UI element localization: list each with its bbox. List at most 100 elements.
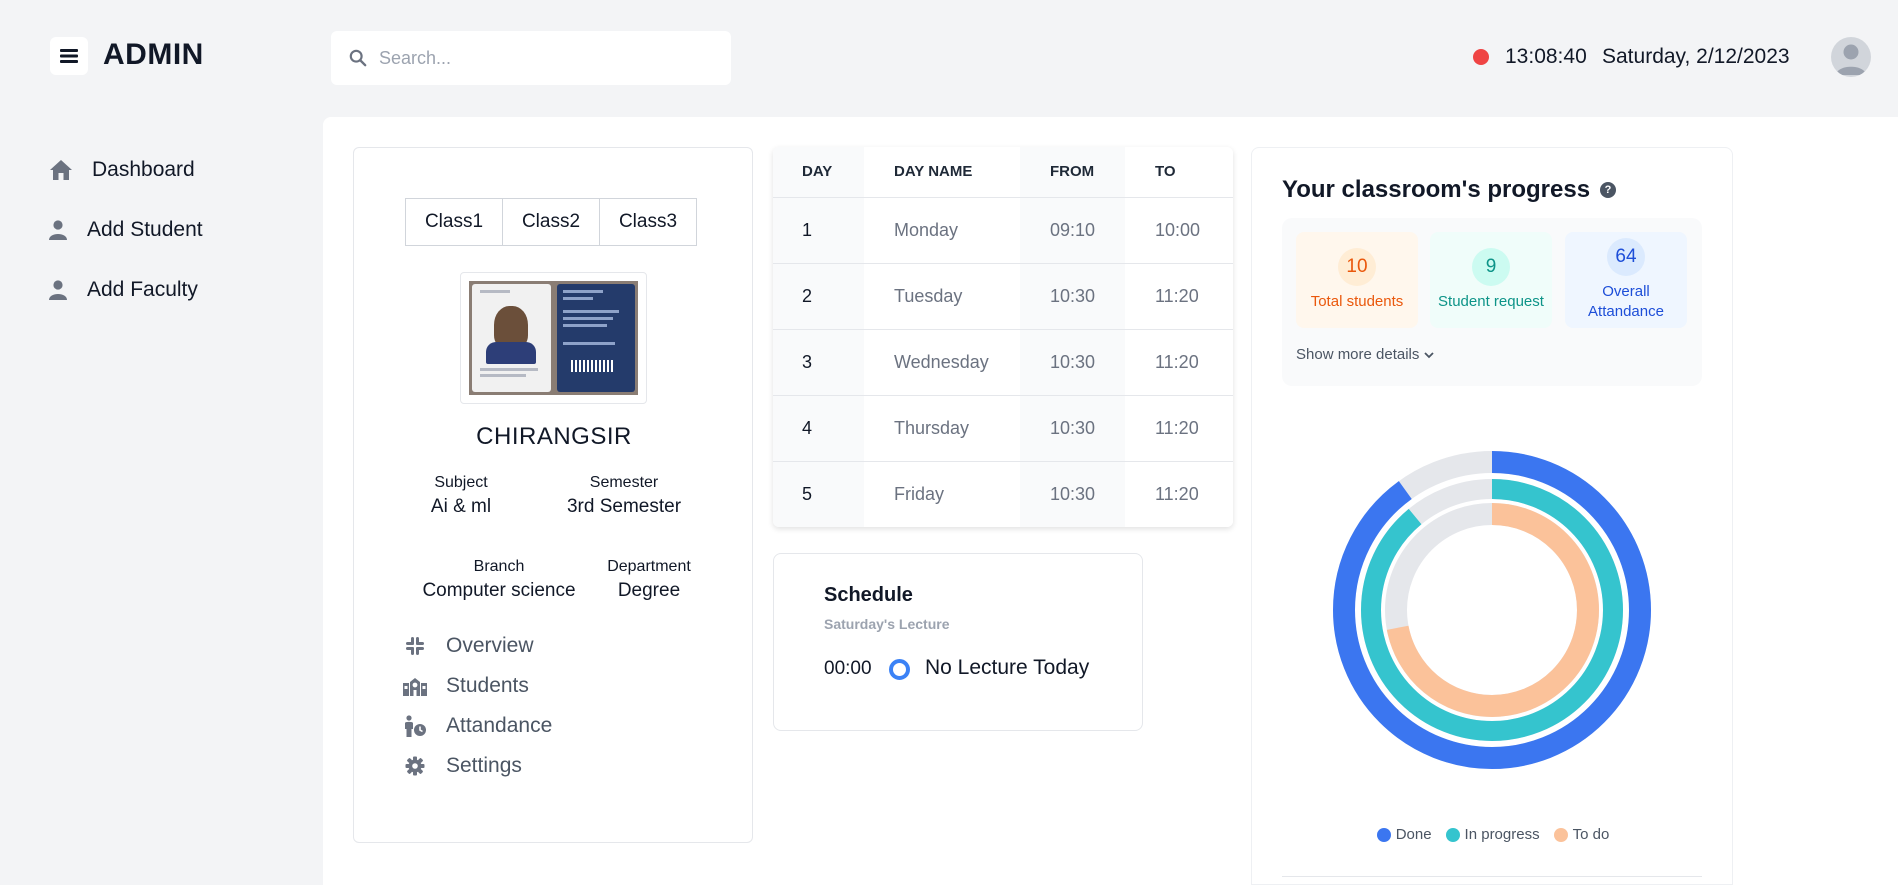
main-content: Class1 Class2 Class3 CHIRANGSIR Subject … — [323, 117, 1898, 885]
column-header-day-name: DAY NAME — [864, 147, 1020, 198]
help-icon[interactable]: ? — [1600, 182, 1617, 198]
schedule-title: Schedule — [824, 584, 913, 606]
table-row: 3 Wednesday 10:30 11:20 — [773, 329, 1233, 396]
tab-class3[interactable]: Class3 — [599, 198, 697, 246]
current-date: Saturday, 2/12/2023 — [1602, 45, 1790, 68]
sidebar: Dashboard Add Student Add Faculty — [0, 140, 320, 320]
school-icon — [402, 673, 428, 699]
show-more-details-link[interactable]: Show more details — [1296, 346, 1435, 363]
progress-title: Your classroom's progress ? — [1282, 176, 1617, 204]
schedule-text: No Lecture Today — [925, 656, 1090, 679]
top-bar: ADMIN 13:08:40 Saturday, 2/12/2023 — [0, 0, 1898, 112]
slack-icon — [402, 633, 428, 659]
cell-day-name: Monday — [864, 197, 1020, 264]
table-row: 2 Tuesday 10:30 11:20 — [773, 263, 1233, 330]
cell-day-name: Friday — [864, 461, 1020, 527]
schedule-subtitle: Saturday's Lecture — [824, 616, 950, 632]
profile-menu-overview[interactable]: Overview — [402, 626, 552, 666]
search-input[interactable] — [379, 47, 719, 69]
sidebar-item-dashboard[interactable]: Dashboard — [0, 140, 320, 200]
live-status-dot — [1473, 49, 1489, 65]
semester-label: Semester — [589, 474, 659, 491]
cell-day-name: Tuesday — [864, 263, 1020, 330]
cell-to: 10:00 — [1125, 197, 1233, 264]
tab-class2[interactable]: Class2 — [502, 198, 600, 246]
branch-info: Branch Computer science — [409, 558, 589, 602]
stat-overall-attandance: 64 Overall Attandance — [1565, 232, 1687, 328]
legend-label: Done — [1395, 826, 1432, 843]
profile-menu-label: Students — [446, 674, 529, 697]
sidebar-item-label: Add Student — [87, 218, 203, 241]
legend-swatch — [1553, 827, 1568, 842]
menu-toggle-button[interactable] — [50, 37, 88, 75]
sidebar-item-add-student[interactable]: Add Student — [0, 200, 320, 260]
profile-menu-settings[interactable]: Settings — [402, 746, 552, 786]
user-icon — [48, 217, 68, 243]
faculty-name: CHIRANGSIR — [476, 423, 632, 450]
person-clock-icon — [402, 713, 428, 739]
stat-label: Overall Attandance — [1588, 283, 1664, 320]
legend-swatch — [1376, 827, 1391, 842]
profile-menu-students[interactable]: Students — [402, 666, 552, 706]
branch-label: Branch — [473, 558, 525, 575]
cell-from: 10:30 — [1020, 395, 1125, 462]
cell-day-name: Wednesday — [864, 329, 1020, 396]
sidebar-item-label: Add Faculty — [87, 278, 198, 301]
cell-to: 11:20 — [1125, 263, 1233, 330]
stat-label: Student request — [1438, 293, 1544, 310]
branch-value: Computer science — [422, 580, 576, 601]
user-avatar-icon — [1836, 44, 1866, 75]
cell-from: 10:30 — [1020, 461, 1125, 527]
stat-label: Total students — [1310, 293, 1404, 310]
user-icon — [48, 277, 68, 303]
classroom-progress-card: Your classroom's progress ? 10 Total stu… — [1251, 147, 1733, 885]
cell-from: 10:30 — [1020, 263, 1125, 330]
cell-day: 1 — [773, 197, 864, 264]
cell-to: 11:20 — [1125, 461, 1233, 527]
cell-day: 4 — [773, 395, 864, 462]
cell-day: 3 — [773, 329, 864, 396]
cell-to: 11:20 — [1125, 329, 1233, 396]
stat-value: 64 — [1607, 238, 1645, 276]
ring-arc-in-progress — [1361, 479, 1623, 741]
search-icon — [349, 49, 367, 67]
cell-day: 2 — [773, 263, 864, 330]
subject-info: Subject Ai & ml — [401, 474, 521, 518]
table-row: 5 Friday 10:30 11:20 — [773, 461, 1233, 527]
avatar[interactable] — [1831, 37, 1871, 77]
timeline-dot-icon — [889, 659, 910, 680]
legend-item-to-do: To do — [1553, 826, 1609, 843]
profile-menu-label: Attandance — [446, 714, 553, 737]
sidebar-item-label: Dashboard — [92, 158, 195, 181]
table-row: 4 Thursday 10:30 11:20 — [773, 395, 1233, 462]
table-header-row: DAY DAY NAME FROM TO — [773, 147, 1233, 198]
progress-radial-chart — [1333, 451, 1651, 769]
tab-class1[interactable]: Class1 — [405, 198, 503, 246]
profile-menu-attandance[interactable]: Attandance — [402, 706, 552, 746]
search-bar[interactable] — [331, 31, 731, 85]
show-more-label: Show more details — [1296, 346, 1420, 363]
semester-value: 3rd Semester — [566, 496, 682, 517]
stat-total-students: 10 Total students — [1296, 232, 1418, 328]
progress-title-text: Your classroom's progress — [1282, 176, 1591, 203]
cell-from: 09:10 — [1020, 197, 1125, 264]
column-header-from: FROM — [1020, 147, 1125, 198]
subject-label: Subject — [434, 474, 488, 491]
hamburger-icon — [60, 49, 78, 63]
gear-icon — [402, 753, 428, 779]
subject-value: Ai & ml — [430, 496, 492, 517]
stat-student-request: 9 Student request — [1430, 232, 1552, 328]
legend-item-in-progress: In progress — [1445, 826, 1540, 843]
profile-menu-label: Settings — [446, 754, 522, 777]
semester-info: Semester 3rd Semester — [544, 474, 704, 518]
stat-value: 10 — [1338, 248, 1376, 286]
legend-swatch — [1445, 827, 1460, 842]
sidebar-item-add-faculty[interactable]: Add Faculty — [0, 260, 320, 320]
clock-time: 13:08:40 — [1505, 45, 1587, 68]
timetable-table: DAY DAY NAME FROM TO 1 Monday 09:10 10:0… — [773, 147, 1233, 527]
cell-from: 10:30 — [1020, 329, 1125, 396]
faculty-profile-card: Class1 Class2 Class3 CHIRANGSIR Subject … — [353, 147, 753, 843]
legend-label: In progress — [1464, 826, 1540, 843]
column-header-day: DAY — [773, 147, 864, 198]
home-icon — [48, 157, 74, 183]
